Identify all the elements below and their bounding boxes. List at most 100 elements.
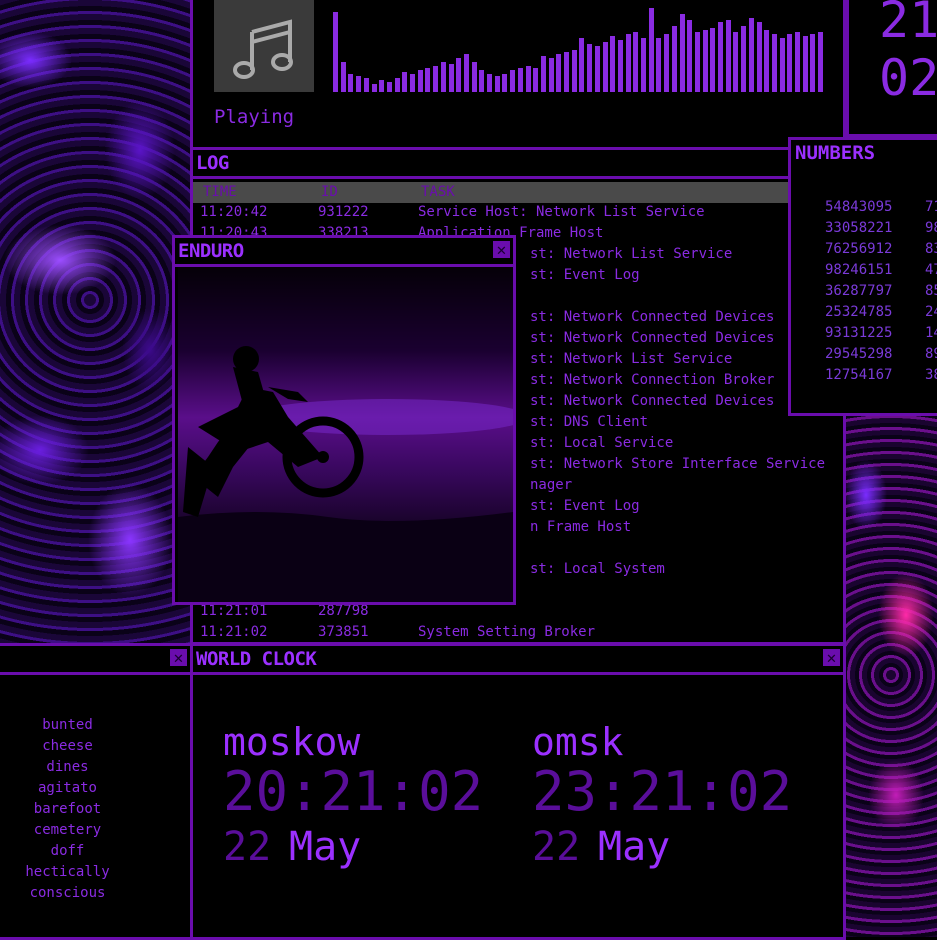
city-time-2: 23:21:02 bbox=[532, 760, 793, 823]
number-value: 47 bbox=[925, 262, 937, 278]
city-name-1: moskow bbox=[223, 720, 361, 764]
word-item: hectically bbox=[25, 864, 110, 880]
words-close-button[interactable]: ✕ bbox=[170, 649, 187, 666]
visualizer-bar bbox=[764, 30, 770, 92]
visualizer-bar bbox=[610, 36, 616, 92]
visualizer-bar bbox=[679, 14, 685, 92]
visualizer-bar bbox=[433, 66, 439, 92]
visualizer-bar bbox=[818, 32, 824, 92]
number-value: 89 bbox=[925, 346, 937, 362]
clock-fragment-panel: 21 02 bbox=[846, 0, 937, 137]
visualizer-bar bbox=[333, 12, 338, 92]
log-header-id: ID bbox=[321, 184, 338, 200]
visualizer-bar bbox=[417, 70, 423, 92]
visualizer-bar bbox=[594, 46, 600, 92]
world-clock-close-button[interactable]: ✕ bbox=[823, 649, 840, 666]
visualizer-bar bbox=[425, 68, 431, 92]
visualizer-bar bbox=[510, 70, 516, 92]
log-id: 373851 bbox=[318, 624, 369, 640]
visualizer-bar bbox=[725, 20, 731, 92]
log-task: nager bbox=[530, 477, 573, 493]
number-value: 36287797 bbox=[825, 283, 893, 299]
visualizer-bar bbox=[741, 26, 747, 92]
number-value: 24 bbox=[925, 304, 937, 320]
words-titlebar bbox=[0, 646, 190, 675]
visualizer-bar bbox=[733, 32, 739, 92]
number-value: 38 bbox=[925, 367, 937, 383]
world-clock-title: WORLD CLOCK bbox=[193, 646, 843, 675]
number-value: 29545298 bbox=[825, 346, 893, 362]
enduro-image bbox=[178, 267, 513, 602]
visualizer-bar bbox=[571, 50, 577, 92]
visualizer-bar bbox=[710, 28, 716, 92]
log-task: st: Local Service bbox=[530, 435, 674, 451]
number-value: 83 bbox=[925, 241, 937, 257]
visualizer-bar bbox=[617, 40, 623, 92]
log-task: System Setting Broker bbox=[418, 624, 596, 640]
log-task: st: Network List Service bbox=[530, 351, 733, 367]
visualizer-bar bbox=[371, 84, 377, 92]
word-item: doff bbox=[50, 843, 85, 859]
log-id: 931222 bbox=[318, 204, 369, 220]
log-row: 11:21:02 373851 System Setting Broker bbox=[200, 622, 820, 643]
visualizer-bar bbox=[648, 8, 654, 92]
music-player-panel: Playing bbox=[190, 0, 846, 150]
visualizer-bar bbox=[656, 38, 662, 92]
number-value: 85 bbox=[925, 283, 937, 299]
enduro-close-button[interactable]: ✕ bbox=[493, 241, 510, 258]
words-panel: ✕ bunted cheese dines agitato barefoot cemete… bbox=[0, 643, 193, 940]
visualizer-bar bbox=[702, 30, 708, 92]
visualizer-bar bbox=[479, 70, 485, 92]
visualizer-bar bbox=[471, 62, 477, 92]
log-task: st: DNS Client bbox=[530, 414, 649, 430]
city-day-1: 22 bbox=[223, 824, 272, 870]
visualizer-bar bbox=[748, 18, 754, 92]
visualizer-bar bbox=[687, 20, 693, 92]
city-month-2: May bbox=[598, 824, 671, 870]
city-day-2: 22 bbox=[532, 824, 581, 870]
music-note-icon[interactable] bbox=[214, 0, 314, 92]
word-item: agitato bbox=[37, 780, 97, 796]
number-value: 25324785 bbox=[825, 304, 893, 320]
visualizer-bar bbox=[779, 38, 785, 92]
number-value: 71 bbox=[925, 199, 937, 215]
log-task: n Frame Host bbox=[530, 519, 632, 535]
visualizer-bar bbox=[564, 52, 569, 92]
number-value: 98 bbox=[925, 220, 937, 236]
number-value: 98246151 bbox=[825, 262, 893, 278]
city-time-1: 20:21:02 bbox=[223, 760, 484, 823]
visualizer-bar bbox=[525, 66, 531, 92]
audio-visualizer bbox=[333, 8, 828, 92]
log-title: LOG bbox=[193, 150, 843, 179]
word-item: cheese bbox=[42, 738, 93, 754]
visualizer-bar bbox=[463, 54, 469, 92]
visualizer-bar bbox=[602, 42, 608, 92]
numbers-panel: NUMBERS 54843095 33058221 76256912 98246151… bbox=[788, 137, 937, 416]
visualizer-bar bbox=[787, 34, 793, 92]
visualizer-bar bbox=[494, 76, 500, 92]
enduro-title[interactable]: ENDURO bbox=[175, 238, 513, 267]
visualizer-bar bbox=[533, 68, 539, 92]
visualizer-bar bbox=[487, 74, 492, 92]
log-task: st: Network Connected Devices bbox=[530, 393, 775, 409]
enduro-window[interactable]: ENDURO ✕ bbox=[172, 235, 516, 605]
word-item: conscious bbox=[29, 885, 106, 901]
visualizer-bar bbox=[448, 64, 454, 92]
city-name-2: omsk bbox=[532, 720, 624, 764]
log-task: st: Network Store Interface Service bbox=[530, 456, 826, 472]
visualizer-bar bbox=[517, 68, 523, 92]
visualizer-bar bbox=[348, 74, 354, 92]
visualizer-bar bbox=[340, 62, 346, 92]
visualizer-bar bbox=[386, 82, 392, 92]
number-value: 14 bbox=[925, 325, 937, 341]
log-task: st: Network Connected Devices bbox=[530, 330, 775, 346]
log-time: 11:21:02 bbox=[200, 624, 268, 640]
visualizer-bar bbox=[548, 58, 554, 92]
visualizer-bar bbox=[579, 38, 585, 92]
log-task: Service Host: Network List Service bbox=[418, 204, 705, 220]
clock-minutes: 02 bbox=[879, 49, 937, 107]
log-task: st: Network Connection Broker bbox=[530, 372, 775, 388]
city-month-1: May bbox=[289, 824, 362, 870]
visualizer-bar bbox=[633, 32, 639, 92]
visualizer-bar bbox=[671, 26, 677, 92]
